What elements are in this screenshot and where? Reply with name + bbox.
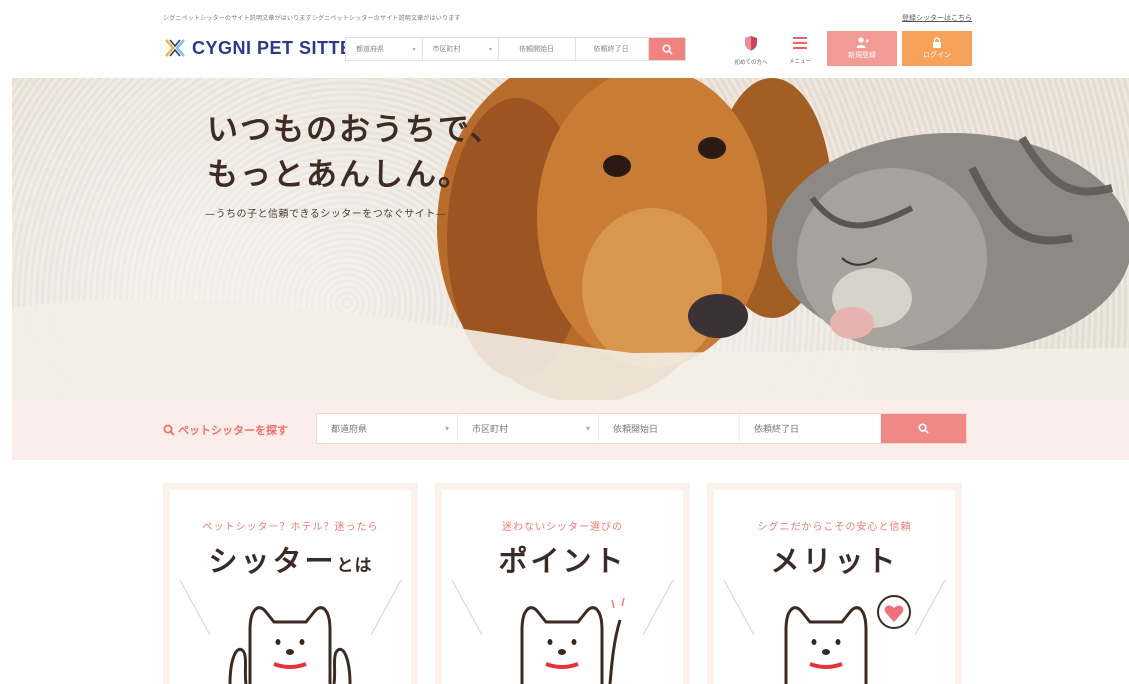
first-time-label: 初めての方へ	[734, 60, 768, 66]
hamburger-icon	[793, 37, 807, 49]
card-subtitle: ペットシッター？ホテル？迷ったら	[202, 522, 379, 533]
header-search-button[interactable]	[649, 38, 685, 60]
register-button[interactable]: 新規登録	[827, 31, 897, 66]
header-search-form: 都道府県 市区町村 依頼開始日 依頼終了日	[345, 37, 686, 61]
dog-icon	[179, 580, 402, 684]
card-inner: 迷わないシッター選びの ポイント	[442, 490, 683, 684]
prefecture-select[interactable]: 都道府県	[317, 414, 458, 443]
card-title-main: メリット	[770, 544, 899, 578]
first-time-link[interactable]: 初めての方へ	[733, 35, 769, 66]
logo-mark-icon	[165, 39, 185, 57]
header-prefecture-select[interactable]: 都道府県	[346, 38, 423, 60]
card-merits[interactable]: シグニだからこその安心と信頼 メリット	[707, 483, 962, 684]
end-date-input[interactable]: 依頼終了日	[740, 414, 881, 443]
header-start-date-input[interactable]: 依頼開始日	[499, 38, 576, 60]
logo-text: CYGNI PET SITTER	[192, 37, 367, 58]
card-inner: ペットシッター？ホテル？迷ったら シッターとは	[170, 490, 411, 684]
shield-icon	[745, 36, 757, 51]
sitter-search-form: 都道府県 市区町村 依頼開始日 依頼終了日	[316, 413, 967, 444]
hero-subtitle: —うちの子と信頼できるシッターをつなぐサイト—	[205, 209, 447, 220]
login-button[interactable]: ログイン	[902, 31, 972, 66]
card-title: シッターとは	[170, 538, 411, 580]
hero-title: いつものおうちで、 もっとあんしん。	[207, 108, 503, 198]
hero-dog-and-cat-image	[12, 78, 1129, 400]
card-subtitle: 迷わないシッター選びの	[502, 522, 623, 533]
start-date-input[interactable]: 依頼開始日	[599, 414, 740, 443]
card-title-main: ポイント	[498, 544, 627, 578]
dog-icon	[723, 580, 946, 684]
header-city-select[interactable]: 市区町村	[422, 38, 500, 60]
sitter-search-heading: ペットシッターを探す	[163, 422, 288, 438]
registered-sitter-link[interactable]: 登録シッターはこちら	[902, 13, 972, 23]
user-plus-icon	[856, 37, 869, 48]
dog-icon	[451, 580, 674, 684]
card-inner: シグニだからこその安心と信頼 メリット	[714, 490, 955, 684]
menu-button[interactable]: メニュー	[783, 35, 817, 65]
login-label: ログイン	[923, 51, 951, 59]
city-select[interactable]: 市区町村	[458, 414, 599, 443]
card-title: メリット	[714, 538, 955, 580]
search-icon	[918, 423, 929, 434]
sitter-search-button[interactable]	[881, 414, 966, 443]
search-icon	[163, 424, 175, 436]
hero-banner: いつものおうちで、 もっとあんしん。 —うちの子と信頼できるシッターをつなぐサイ…	[12, 78, 1129, 400]
hero-title-line-1: いつものおうちで、	[207, 112, 503, 148]
card-about-sitter[interactable]: ペットシッター？ホテル？迷ったら シッターとは	[163, 483, 418, 684]
site-tagline: シグニペットシッターのサイト説明文章がはいりますシグニペットシッターのサイト説明…	[163, 15, 461, 22]
card-subtitle: シグニだからこその安心と信頼	[757, 522, 912, 533]
register-label: 新規登録	[848, 51, 876, 59]
header-end-date-input[interactable]: 依頼終了日	[575, 38, 650, 60]
card-title-small: とは	[336, 556, 373, 576]
card-title: ポイント	[442, 538, 683, 580]
search-icon	[662, 43, 673, 55]
menu-label: メニュー	[788, 59, 811, 65]
card-title-main: シッター	[208, 544, 337, 578]
lock-icon	[933, 37, 941, 48]
sitter-search-label: ペットシッターを探す	[178, 424, 288, 437]
hero-title-line-2: もっとあんしん。	[207, 157, 471, 193]
card-points[interactable]: 迷わないシッター選びの ポイント	[435, 483, 690, 684]
site-logo[interactable]: CYGNI PET SITTER	[163, 34, 366, 62]
